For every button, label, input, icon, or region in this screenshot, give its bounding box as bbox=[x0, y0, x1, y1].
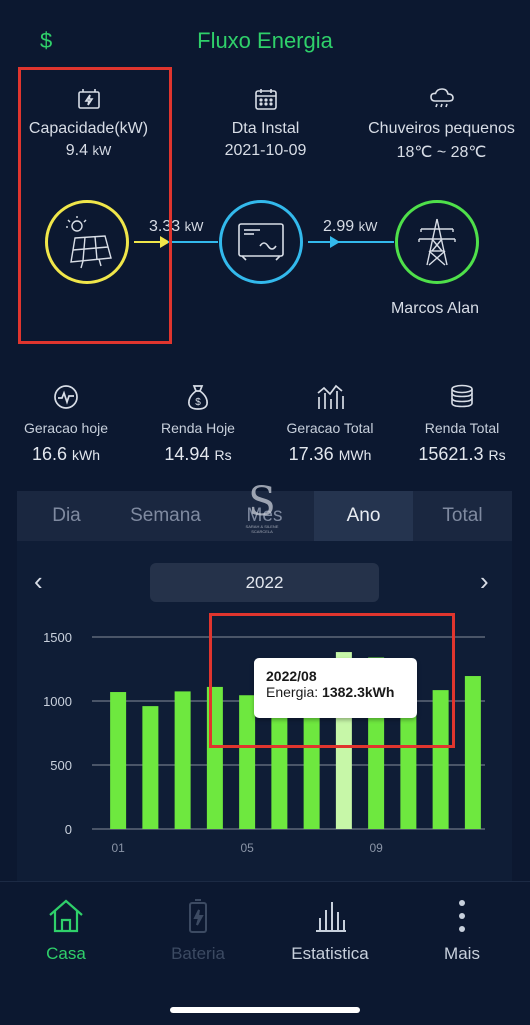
home-indicator bbox=[170, 1007, 360, 1013]
chart-highlight-box bbox=[209, 613, 455, 748]
nav-label: Casa bbox=[46, 944, 86, 963]
y-tick-label: 1000 bbox=[43, 694, 72, 709]
bar-12 bbox=[464, 676, 481, 829]
stat-today-income: $ Renda Hoje 14.94 Rs bbox=[132, 382, 264, 465]
tab-dia[interactable]: Dia bbox=[17, 491, 116, 541]
battery-icon bbox=[132, 896, 264, 936]
money-bag-icon: $ bbox=[132, 382, 264, 412]
grid-owner-label: Marcos Alan bbox=[390, 300, 480, 317]
year-selector[interactable]: 2022 bbox=[150, 563, 379, 602]
home-icon bbox=[0, 896, 132, 936]
nav-casa[interactable]: Casa bbox=[0, 896, 132, 964]
grid-node[interactable] bbox=[395, 200, 479, 284]
tab-ano[interactable]: Ano bbox=[314, 491, 413, 541]
transmission-tower-icon bbox=[418, 218, 456, 266]
watermark-logo: S SARAH & SILENE SCARCELA bbox=[245, 479, 279, 534]
nav-label: Bateria bbox=[171, 944, 225, 963]
page-title: Fluxo Energia bbox=[197, 28, 333, 53]
y-tick-label: 500 bbox=[50, 758, 72, 773]
y-tick-label: 0 bbox=[65, 822, 72, 837]
bar-02 bbox=[142, 706, 159, 829]
pulse-gauge-icon bbox=[0, 382, 132, 412]
weather-label: Chuveiros pequenos bbox=[368, 120, 515, 137]
nav-label: Estatistica bbox=[291, 944, 369, 963]
grid-flow-label: 2.99 kW bbox=[323, 218, 378, 235]
stat-total-generation: Geracao Total 17.36 MWh bbox=[264, 382, 396, 465]
stat-label: Geracao Total bbox=[286, 420, 374, 436]
install-date-label: Dta Instal bbox=[231, 120, 300, 137]
bar-chart-icon bbox=[264, 382, 396, 412]
bar-03 bbox=[174, 691, 191, 829]
stat-today-generation: Geracao hoje 16.6 kWh bbox=[0, 382, 132, 465]
x-tick-label: 09 bbox=[369, 841, 383, 855]
capacity-highlight-box bbox=[18, 67, 172, 344]
x-tick-label: 05 bbox=[240, 841, 254, 855]
stat-label: Geracao hoje bbox=[23, 420, 109, 436]
stat-value: 15621.3 Rs bbox=[418, 444, 506, 464]
more-vertical-icon bbox=[396, 896, 528, 936]
nav-bateria[interactable]: Bateria bbox=[132, 896, 264, 964]
next-year-button[interactable]: › bbox=[480, 566, 489, 597]
svg-text:$: $ bbox=[195, 397, 201, 408]
install-date-value: 2021-10-09 bbox=[224, 142, 307, 159]
stat-label: Renda Hoje bbox=[161, 420, 235, 436]
nav-label: Mais bbox=[444, 944, 480, 963]
weather-info: Chuveiros pequenos 18℃ ~ 28℃ bbox=[353, 84, 530, 162]
bar-01 bbox=[110, 692, 127, 829]
stat-label: Renda Total bbox=[424, 420, 500, 436]
nav-estatistica[interactable]: Estatistica bbox=[264, 896, 396, 964]
previous-year-button[interactable]: ‹ bbox=[34, 566, 43, 597]
tab-semana[interactable]: Semana bbox=[116, 491, 215, 541]
stat-total-income: Renda Total 15621.3 Rs bbox=[396, 382, 528, 465]
stat-value: 16.6 kWh bbox=[31, 444, 101, 464]
calendar-icon bbox=[177, 84, 354, 114]
install-date-info: Dta Instal 2021-10-09 bbox=[177, 84, 354, 160]
x-tick-label: 01 bbox=[111, 841, 125, 855]
y-tick-label: 1500 bbox=[43, 630, 72, 645]
nav-mais[interactable]: Mais bbox=[396, 896, 528, 964]
inverter-icon bbox=[238, 223, 284, 261]
tab-total[interactable]: Total bbox=[413, 491, 512, 541]
coins-icon bbox=[396, 382, 528, 412]
rain-cloud-icon bbox=[353, 84, 530, 114]
stat-value: 14.94 Rs bbox=[164, 444, 232, 464]
weather-value: 18℃ ~ 28℃ bbox=[396, 144, 487, 161]
stat-value: 17.36 MWh bbox=[288, 444, 372, 464]
inverter-node[interactable] bbox=[219, 200, 303, 284]
statistics-icon bbox=[264, 896, 396, 936]
